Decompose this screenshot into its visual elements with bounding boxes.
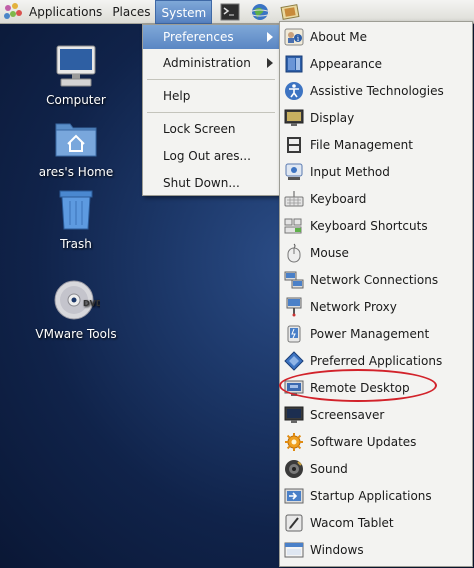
menu-separator xyxy=(147,79,275,80)
network-connections-icon xyxy=(284,270,304,290)
wacom-tablet-icon xyxy=(284,513,304,533)
menu-item-lock-screen[interactable]: Lock Screen xyxy=(143,117,279,141)
desktop-icon-vmware-tools[interactable]: DVD VMware Tools xyxy=(26,276,126,341)
menu-item-shut-down[interactable]: Shut Down... xyxy=(143,171,279,195)
pref-item-keyboard[interactable]: Keyboard xyxy=(280,185,472,212)
pref-item-about-me[interactable]: i About Me xyxy=(280,23,472,50)
power-management-icon xyxy=(284,324,304,344)
dvd-icon: DVD xyxy=(52,276,103,324)
pref-item-label: Display xyxy=(310,110,355,125)
menu-item-administration[interactable]: Administration xyxy=(143,51,279,75)
software-updates-icon xyxy=(284,432,304,452)
pref-item-display[interactable]: Display xyxy=(280,104,472,131)
desktop-icon-label: Computer xyxy=(46,93,106,107)
pref-item-label: Sound xyxy=(310,461,348,476)
pref-item-appearance[interactable]: Appearance xyxy=(280,50,472,77)
chevron-right-icon xyxy=(267,58,273,68)
applications-menu[interactable]: Applications xyxy=(24,0,107,24)
pref-item-startup-applications[interactable]: Startup Applications xyxy=(280,482,472,509)
pref-item-power-management[interactable]: Power Management xyxy=(280,320,472,347)
home-folder-icon xyxy=(52,114,100,162)
gnome-foot-icon[interactable] xyxy=(2,0,24,24)
annotation-circle xyxy=(279,369,437,402)
pref-item-keyboard-shortcuts[interactable]: Keyboard Shortcuts xyxy=(280,212,472,239)
pref-item-wacom-tablet[interactable]: Wacom Tablet xyxy=(280,509,472,536)
computer-icon xyxy=(52,42,100,90)
pref-item-input-method[interactable]: Input Method xyxy=(280,158,472,185)
preferred-applications-icon xyxy=(284,350,304,371)
keyboard-icon xyxy=(284,189,304,209)
pref-item-software-updates[interactable]: Software Updates xyxy=(280,428,472,455)
pref-item-label: Screensaver xyxy=(310,407,385,422)
startup-applications-icon xyxy=(284,486,304,506)
desktop-icon-home[interactable]: ares's Home xyxy=(26,114,126,179)
windows-icon xyxy=(284,540,304,560)
pref-item-mouse[interactable]: Mouse xyxy=(280,239,472,266)
preferences-submenu: i About Me Appearance Assistive Technolo… xyxy=(279,21,473,567)
keyboard-shortcuts-icon xyxy=(284,216,304,236)
screensaver-icon xyxy=(284,405,304,425)
pref-item-windows[interactable]: Windows xyxy=(280,536,472,563)
menu-item-label: Preferences xyxy=(163,30,234,44)
input-method-icon xyxy=(284,162,304,182)
pref-item-label: Keyboard Shortcuts xyxy=(310,218,428,233)
menu-item-label: Shut Down... xyxy=(163,176,240,190)
pref-item-label: Windows xyxy=(310,542,364,557)
desktop-icon-label: Trash xyxy=(60,237,92,251)
menu-item-label: Administration xyxy=(163,56,251,70)
accessibility-icon xyxy=(284,81,304,101)
pref-item-screensaver[interactable]: Screensaver xyxy=(280,401,472,428)
pref-item-label: File Management xyxy=(310,137,413,152)
web-browser-icon[interactable] xyxy=(248,2,272,22)
pref-item-label: Startup Applications xyxy=(310,488,432,503)
menu-item-label: Lock Screen xyxy=(163,122,236,136)
pref-item-label: Wacom Tablet xyxy=(310,515,394,530)
sound-icon xyxy=(284,459,304,479)
pref-item-label: Preferred Applications xyxy=(310,353,443,368)
pref-item-label: Network Connections xyxy=(310,272,439,287)
desktop-icon-trash[interactable]: Trash xyxy=(26,186,126,251)
pref-item-network-connections[interactable]: Network Connections xyxy=(280,266,472,293)
pref-item-network-proxy[interactable]: Network Proxy xyxy=(280,293,472,320)
trash-icon xyxy=(52,186,100,234)
desktop-icon-computer[interactable]: Computer xyxy=(26,42,126,107)
pref-item-label: Keyboard xyxy=(310,191,367,206)
desktop-icon-label: ares's Home xyxy=(38,165,114,179)
places-menu[interactable]: Places xyxy=(107,0,155,24)
menu-item-preferences[interactable]: Preferences xyxy=(143,25,279,49)
pref-item-file-management[interactable]: File Management xyxy=(280,131,472,158)
pref-item-sound[interactable]: Sound xyxy=(280,455,472,482)
desktop-icon-label: VMware Tools xyxy=(35,327,117,341)
pref-item-label: Power Management xyxy=(310,326,430,341)
pref-item-label: Software Updates xyxy=(310,434,417,449)
dvd-badge: DVD xyxy=(83,299,100,308)
network-proxy-icon xyxy=(284,297,304,317)
menu-item-label: Help xyxy=(163,89,191,103)
appearance-icon xyxy=(284,54,304,74)
pref-item-label: About Me xyxy=(310,29,368,44)
pref-item-label: Input Method xyxy=(310,164,390,179)
menu-separator xyxy=(147,112,275,113)
about-me-icon: i xyxy=(284,27,304,47)
pref-item-label: Network Proxy xyxy=(310,299,397,314)
system-menu[interactable]: System xyxy=(155,0,213,24)
menu-item-label: Log Out ares... xyxy=(163,149,251,163)
pref-item-label: Appearance xyxy=(310,56,383,71)
file-management-icon xyxy=(284,135,304,155)
menu-item-log-out[interactable]: Log Out ares... xyxy=(143,144,279,168)
notes-icon[interactable] xyxy=(278,2,302,22)
pref-item-assistive-technologies[interactable]: Assistive Technologies xyxy=(280,77,472,104)
display-icon xyxy=(284,108,304,128)
chevron-right-icon xyxy=(267,32,273,42)
menu-item-help[interactable]: Help xyxy=(143,84,279,108)
system-dropdown-menu: Preferences Administration Help Lock Scr… xyxy=(142,24,280,196)
pref-item-label: Assistive Technologies xyxy=(310,83,444,98)
mouse-icon xyxy=(284,243,304,263)
pref-item-label: Mouse xyxy=(310,245,349,260)
terminal-icon[interactable] xyxy=(218,2,242,22)
